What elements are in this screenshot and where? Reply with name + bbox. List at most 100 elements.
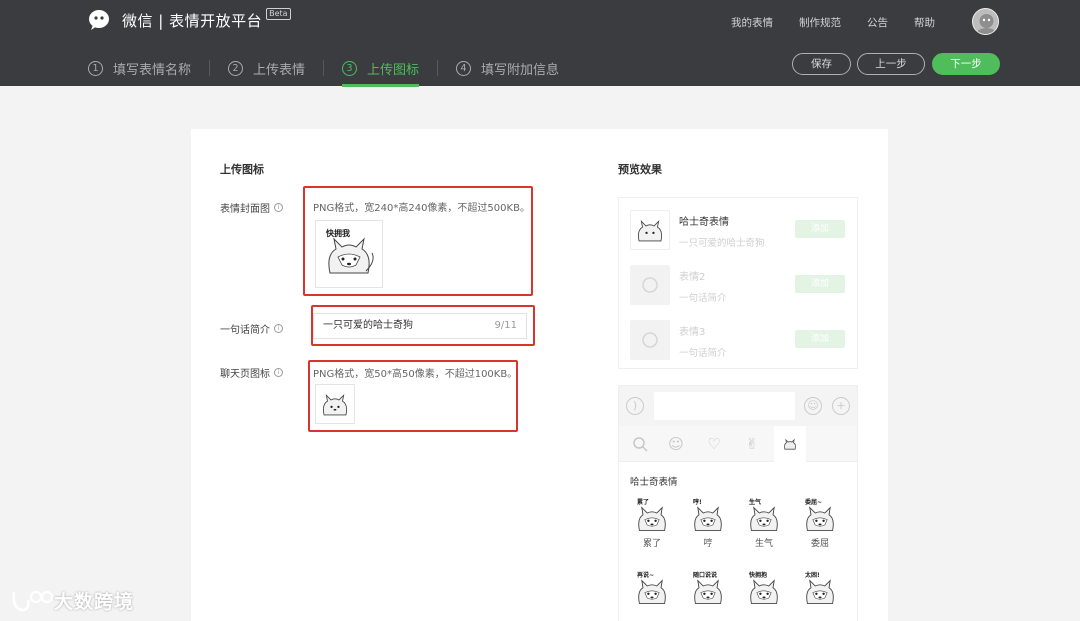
nav-announcement[interactable]: 公告 [867,15,888,30]
sticker-item[interactable]: 委屈~ 委屈 [798,498,842,549]
chat-text-box [654,392,795,420]
svg-text:生气: 生气 [749,498,761,506]
wechat-logo-icon [88,9,112,31]
step-number: 4 [456,60,472,76]
sticker-tab-bar: ☺ ♡ ✌ [619,426,857,462]
plus-icon: + [832,397,850,415]
preview-sticker-list: 哈士奇表情 一只可爱的哈士奇狗 添加 表情2 一句话简介 添加 表情3 一句话简… [618,197,858,369]
husky-sticker-icon: 太困! [800,571,840,605]
step-label: 填写附加信息 [481,62,560,78]
info-icon[interactable]: i [274,324,283,333]
sticker-item[interactable]: 随口说说 [686,571,730,605]
chat-icon-label: 聊天页图标 i [220,365,283,380]
pack-name: 表情3 [679,327,706,338]
pack-desc: 一句话简介 [679,348,727,359]
add-button[interactable]: 添加 [795,330,845,348]
pack-name: 表情2 [679,272,706,283]
step-2[interactable]: 2 上传表情 [228,56,305,80]
cover-label-text: 表情封面图 [220,204,270,215]
info-icon[interactable]: i [274,203,283,212]
watermark-text: 大数跨境 [54,591,135,613]
husky-sticker-icon: 哼! [688,498,728,532]
svg-text:太困!: 太困! [804,571,820,579]
sticker-caption: 哼 [703,539,713,549]
husky-sticker-icon: 快拥抱 [744,571,784,605]
list-item: 表情3 一句话简介 添加 [630,320,848,362]
husky-sticker-icon: 委屈~ [800,498,840,532]
step-4[interactable]: 4 填写附加信息 [456,56,559,80]
svg-text:快拥我: 快拥我 [326,228,350,238]
next-step-button[interactable]: 下一步 [932,53,1000,75]
step-label: 填写表情名称 [113,62,192,78]
list-item: 哈士奇表情 一只可爱的哈士奇狗 添加 [630,210,848,252]
cover-image-upload[interactable]: 快拥我 [315,220,383,288]
watermark-logo-icon [12,590,54,611]
step-nav: 1 填写表情名称 2 上传表情 3 上传图标 4 填写附加信息 [88,56,559,87]
voice-icon: ) [626,397,644,415]
cover-label: 表情封面图 i [220,200,283,215]
add-button[interactable]: 添加 [795,220,845,238]
top-header: 微信 | 表情开放平台 Beta 我的表情 制作规范 公告 帮助 1 填写表情名… [0,0,1080,87]
intro-label-text: 一句话简介 [220,325,270,336]
sticker-item[interactable]: 哼! 哼 [686,498,730,549]
main-card: 上传图标 表情封面图 i PNG格式，宽240*高240像素，不超过500KB。… [191,129,888,621]
step-number: 3 [342,60,358,76]
husky-tab-icon [781,435,799,453]
divider [209,60,211,76]
husky-sticker-icon [630,210,670,250]
svg-text:随口说说: 随口说说 [693,571,717,579]
husky-sticker-icon: 快拥我 [326,228,374,274]
list-item: 表情2 一句话简介 添加 [630,265,848,307]
step-label: 上传表情 [253,62,306,78]
add-button[interactable]: 添加 [795,275,845,293]
section-title: 上传图标 [220,163,264,176]
intro-input[interactable]: 一只可爱的哈士奇狗 9/11 [313,313,527,339]
sticker-caption: 委屈 [810,539,829,549]
husky-sticker-icon: 随口说说 [688,571,728,605]
top-nav: 我的表情 制作规范 公告 帮助 [705,15,935,30]
nav-help[interactable]: 帮助 [914,15,935,30]
watermark: 大数跨境 [10,587,134,614]
husky-sticker-icon: 累了 [632,498,672,532]
husky-sticker-icon [322,394,348,416]
sticker-caption: 累了 [642,539,661,549]
char-counter: 9/11 [494,320,517,331]
save-button[interactable]: 保存 [792,53,851,75]
pack-title: 哈士奇表情 [630,477,678,488]
pack-desc: 一句话简介 [679,293,727,304]
chat-icon-upload[interactable] [315,384,355,424]
divider [323,60,325,76]
sticker-item[interactable]: 太困! [798,571,842,605]
emoji-icon: ☺ [804,397,822,415]
sticker-item[interactable]: 累了 累了 [630,498,674,549]
heart-icon: ♡ [707,435,721,453]
intro-input-value: 一只可爱的哈士奇狗 [323,320,413,331]
brand[interactable]: 微信 | 表情开放平台 Beta [88,8,291,32]
step-number: 2 [228,60,244,76]
svg-text:快拥抱: 快拥抱 [748,571,767,579]
intro-label: 一句话简介 i [220,321,283,336]
svg-text:累了: 累了 [637,498,649,506]
svg-text:哼!: 哼! [693,498,702,506]
husky-sticker-icon: 再说~ [632,571,672,605]
step-3-active[interactable]: 3 上传图标 [342,56,420,87]
step-1[interactable]: 1 填写表情名称 [88,56,191,80]
step-label: 上传图标 [367,62,420,78]
nav-my-stickers[interactable]: 我的表情 [731,15,773,30]
cover-hint: PNG格式，宽240*高240像素，不超过500KB。 [313,203,530,214]
search-icon [631,435,649,453]
prev-step-button[interactable]: 上一步 [857,53,925,75]
preview-chat-panel: ) ☺ + ☺ ♡ ✌ 哈士奇表情 累了 累了 哼! 哼生气 生气 委屈~ 委屈 再说~ 随口说… [618,385,858,621]
sticker-item[interactable]: 再说~ [630,571,674,605]
nav-production-spec[interactable]: 制作规范 [799,15,841,30]
info-icon[interactable]: i [274,368,283,377]
smiley-icon: ☺ [668,435,684,453]
husky-sticker-icon: 生气 [744,498,784,532]
sticker-item[interactable]: 生气 生气 [742,498,786,549]
chat-input-bar: ) ☺ + [619,386,857,426]
sticker-item[interactable]: 快拥抱 [742,571,786,605]
brand-title: 微信 | 表情开放平台 [122,11,263,30]
avatar[interactable] [972,8,999,35]
divider [437,60,439,76]
beta-badge: Beta [266,8,291,20]
